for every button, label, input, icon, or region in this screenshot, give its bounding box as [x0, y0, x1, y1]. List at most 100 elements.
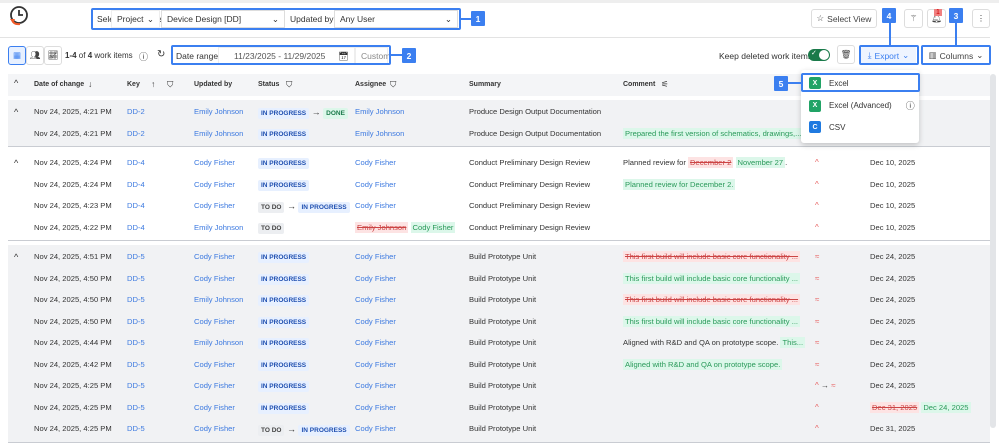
priority-medium-icon: ^ [815, 424, 819, 433]
trash-button[interactable]: 🗑︎ [837, 45, 855, 64]
updated-by-user[interactable]: Emily Johnson [194, 223, 243, 232]
updated-by-user[interactable]: Cody Fisher [194, 424, 235, 433]
export-menu-item-excel-advanced[interactable]: X Excel (Advanced) ⓘ [809, 99, 915, 112]
work-item-key-link[interactable]: DD-5 [127, 360, 145, 369]
column-status[interactable]: Status [258, 81, 279, 88]
priority: ≈ [815, 252, 819, 261]
work-item-key-link[interactable]: DD-5 [127, 317, 145, 326]
work-item-key-link[interactable]: DD-5 [127, 403, 145, 412]
filter-icon[interactable]: ⛉ [390, 79, 396, 90]
updated-by-user[interactable]: Emily Johnson [194, 129, 243, 138]
updated-by-user[interactable]: Cody Fisher [194, 180, 235, 189]
due-date: Dec 24, 2025 [870, 359, 916, 369]
column-date-of-change[interactable]: Date of change [34, 81, 84, 88]
vertical-scrollbar[interactable] [990, 74, 996, 428]
assignee-user[interactable]: Cody Fisher [355, 252, 396, 261]
annotation-box-3 [921, 45, 991, 65]
summary: Build Prototype Unit [469, 359, 537, 369]
priority: ≈ [815, 360, 819, 369]
due-date: Dec 31, 2025 Dec 24, 2025 [870, 401, 971, 413]
user-view-button[interactable]: 👥︎ [26, 46, 44, 65]
assignee-user[interactable]: Cody Fisher [355, 403, 396, 412]
arrow-right-icon: → [284, 424, 299, 434]
collapse-all-icon[interactable]: ^ [14, 78, 18, 88]
work-item-key-link[interactable]: DD-2 [127, 107, 145, 116]
column-key[interactable]: Key [127, 81, 140, 88]
collapse-group-icon[interactable]: ^ [14, 158, 18, 168]
column-updated-by[interactable]: Updated by [194, 81, 232, 88]
assignee-user[interactable]: Emily Johnson [355, 129, 404, 138]
work-item-key-link[interactable]: DD-5 [127, 381, 145, 390]
status-change: IN PROGRESS [258, 316, 310, 328]
comment: This first build will include basic core… [623, 272, 801, 284]
updated-by-user[interactable]: Emily Johnson [194, 338, 243, 347]
work-item-key-link[interactable]: DD-4 [127, 158, 145, 167]
info-icon[interactable]: ⓘ [139, 50, 148, 63]
assignee-user[interactable]: Cody Fisher [355, 424, 396, 433]
column-assignee[interactable]: Assignee [355, 81, 386, 88]
work-item-key-link[interactable]: DD-5 [127, 338, 145, 347]
assignee-user[interactable]: Cody Fisher [355, 274, 396, 283]
date-of-change: Nov 24, 2025, 4:50 PM [34, 273, 112, 283]
updated-by-user[interactable]: Cody Fisher [194, 381, 235, 390]
updated-by-user[interactable]: Cody Fisher [194, 201, 235, 210]
collapse-group-icon[interactable]: ^ [14, 252, 18, 262]
chart-view-button[interactable]: 📈︎ [44, 46, 62, 65]
comment-settings-icon[interactable]: ⚟ [661, 79, 669, 90]
magic-wand-button[interactable]: ⚚ [904, 9, 923, 28]
due-date: Dec 24, 2025 [870, 381, 916, 390]
assignee: Cody Fisher [355, 317, 396, 326]
priority-high-icon: ≈ [815, 273, 820, 283]
updated-by-user[interactable]: Emily Johnson [194, 295, 243, 304]
assignee-user[interactable]: Emily Johnson [355, 107, 404, 116]
summary: Conduct Preliminary Design Review [469, 201, 591, 210]
work-item-key-link[interactable]: DD-5 [127, 424, 145, 433]
assignee-user[interactable]: Cody Fisher [355, 295, 396, 304]
table-view-button[interactable]: ▦ [8, 46, 26, 65]
updated-by-user[interactable]: Cody Fisher [194, 403, 235, 412]
updated-by-user[interactable]: Cody Fisher [194, 274, 235, 283]
assignee-user[interactable]: Cody Fisher [355, 360, 396, 369]
assignee-user[interactable]: Cody Fisher [355, 381, 396, 390]
updated-by-user[interactable]: Cody Fisher [194, 252, 235, 261]
work-item-key-link[interactable]: DD-4 [127, 201, 145, 210]
collapse-group-icon[interactable]: ^ [14, 107, 18, 117]
work-item-key-link[interactable]: DD-4 [127, 223, 145, 232]
sort-up-icon[interactable]: ↑ [151, 79, 155, 89]
filter-icon[interactable]: ⛉ [286, 79, 292, 90]
summary: Build Prototype Unit [469, 381, 537, 390]
sort-down-icon[interactable]: ↓ [88, 79, 92, 89]
work-item-key-link[interactable]: DD-2 [127, 129, 145, 138]
assignee-user[interactable]: Cody Fisher [355, 201, 396, 210]
filter-icon[interactable]: ⛉ [167, 79, 173, 90]
updated-by-user[interactable]: Cody Fisher [194, 317, 235, 326]
more-vertical-icon: ⋮ [976, 13, 986, 23]
updated-by-user[interactable]: Emily Johnson [194, 107, 243, 116]
export-menu-item-csv[interactable]: C CSV [809, 121, 845, 133]
updated-by-user[interactable]: Cody Fisher [194, 360, 235, 369]
assignee-user[interactable]: Cody Fisher [355, 317, 396, 326]
assignee: Cody Fisher [355, 381, 396, 390]
work-item-key-link[interactable]: DD-5 [127, 274, 145, 283]
status-change: IN PROGRESS [258, 359, 310, 371]
column-comment[interactable]: Comment [623, 81, 655, 88]
assignee-user[interactable]: Cody Fisher [355, 338, 396, 347]
work-item-key-link[interactable]: DD-5 [127, 252, 145, 261]
column-summary[interactable]: Summary [469, 81, 501, 88]
arrow-right-icon: → [818, 381, 832, 390]
updated-by-user[interactable]: Cody Fisher [194, 158, 235, 167]
assignee-user[interactable]: Cody Fisher [355, 158, 396, 167]
due-date: Dec 24, 2025 [870, 295, 916, 304]
new-assignee[interactable]: Cody Fisher [410, 221, 456, 233]
more-options-button[interactable]: ⋮ [972, 9, 990, 28]
keep-deleted-toggle[interactable]: ✓ [808, 49, 830, 61]
work-item-key-link[interactable]: DD-4 [127, 180, 145, 189]
refresh-icon[interactable]: ↻ [157, 49, 165, 60]
status-badge: IN PROGRESS [298, 202, 350, 213]
info-icon[interactable]: ⓘ [906, 99, 915, 112]
assignee-user[interactable]: Cody Fisher [355, 180, 396, 189]
priority-medium-icon: ^ [815, 179, 819, 189]
work-item-key-link[interactable]: DD-5 [127, 295, 145, 304]
select-view-button[interactable]: ☆ Select View [811, 9, 877, 28]
assignee: Cody Fisher [355, 295, 396, 304]
